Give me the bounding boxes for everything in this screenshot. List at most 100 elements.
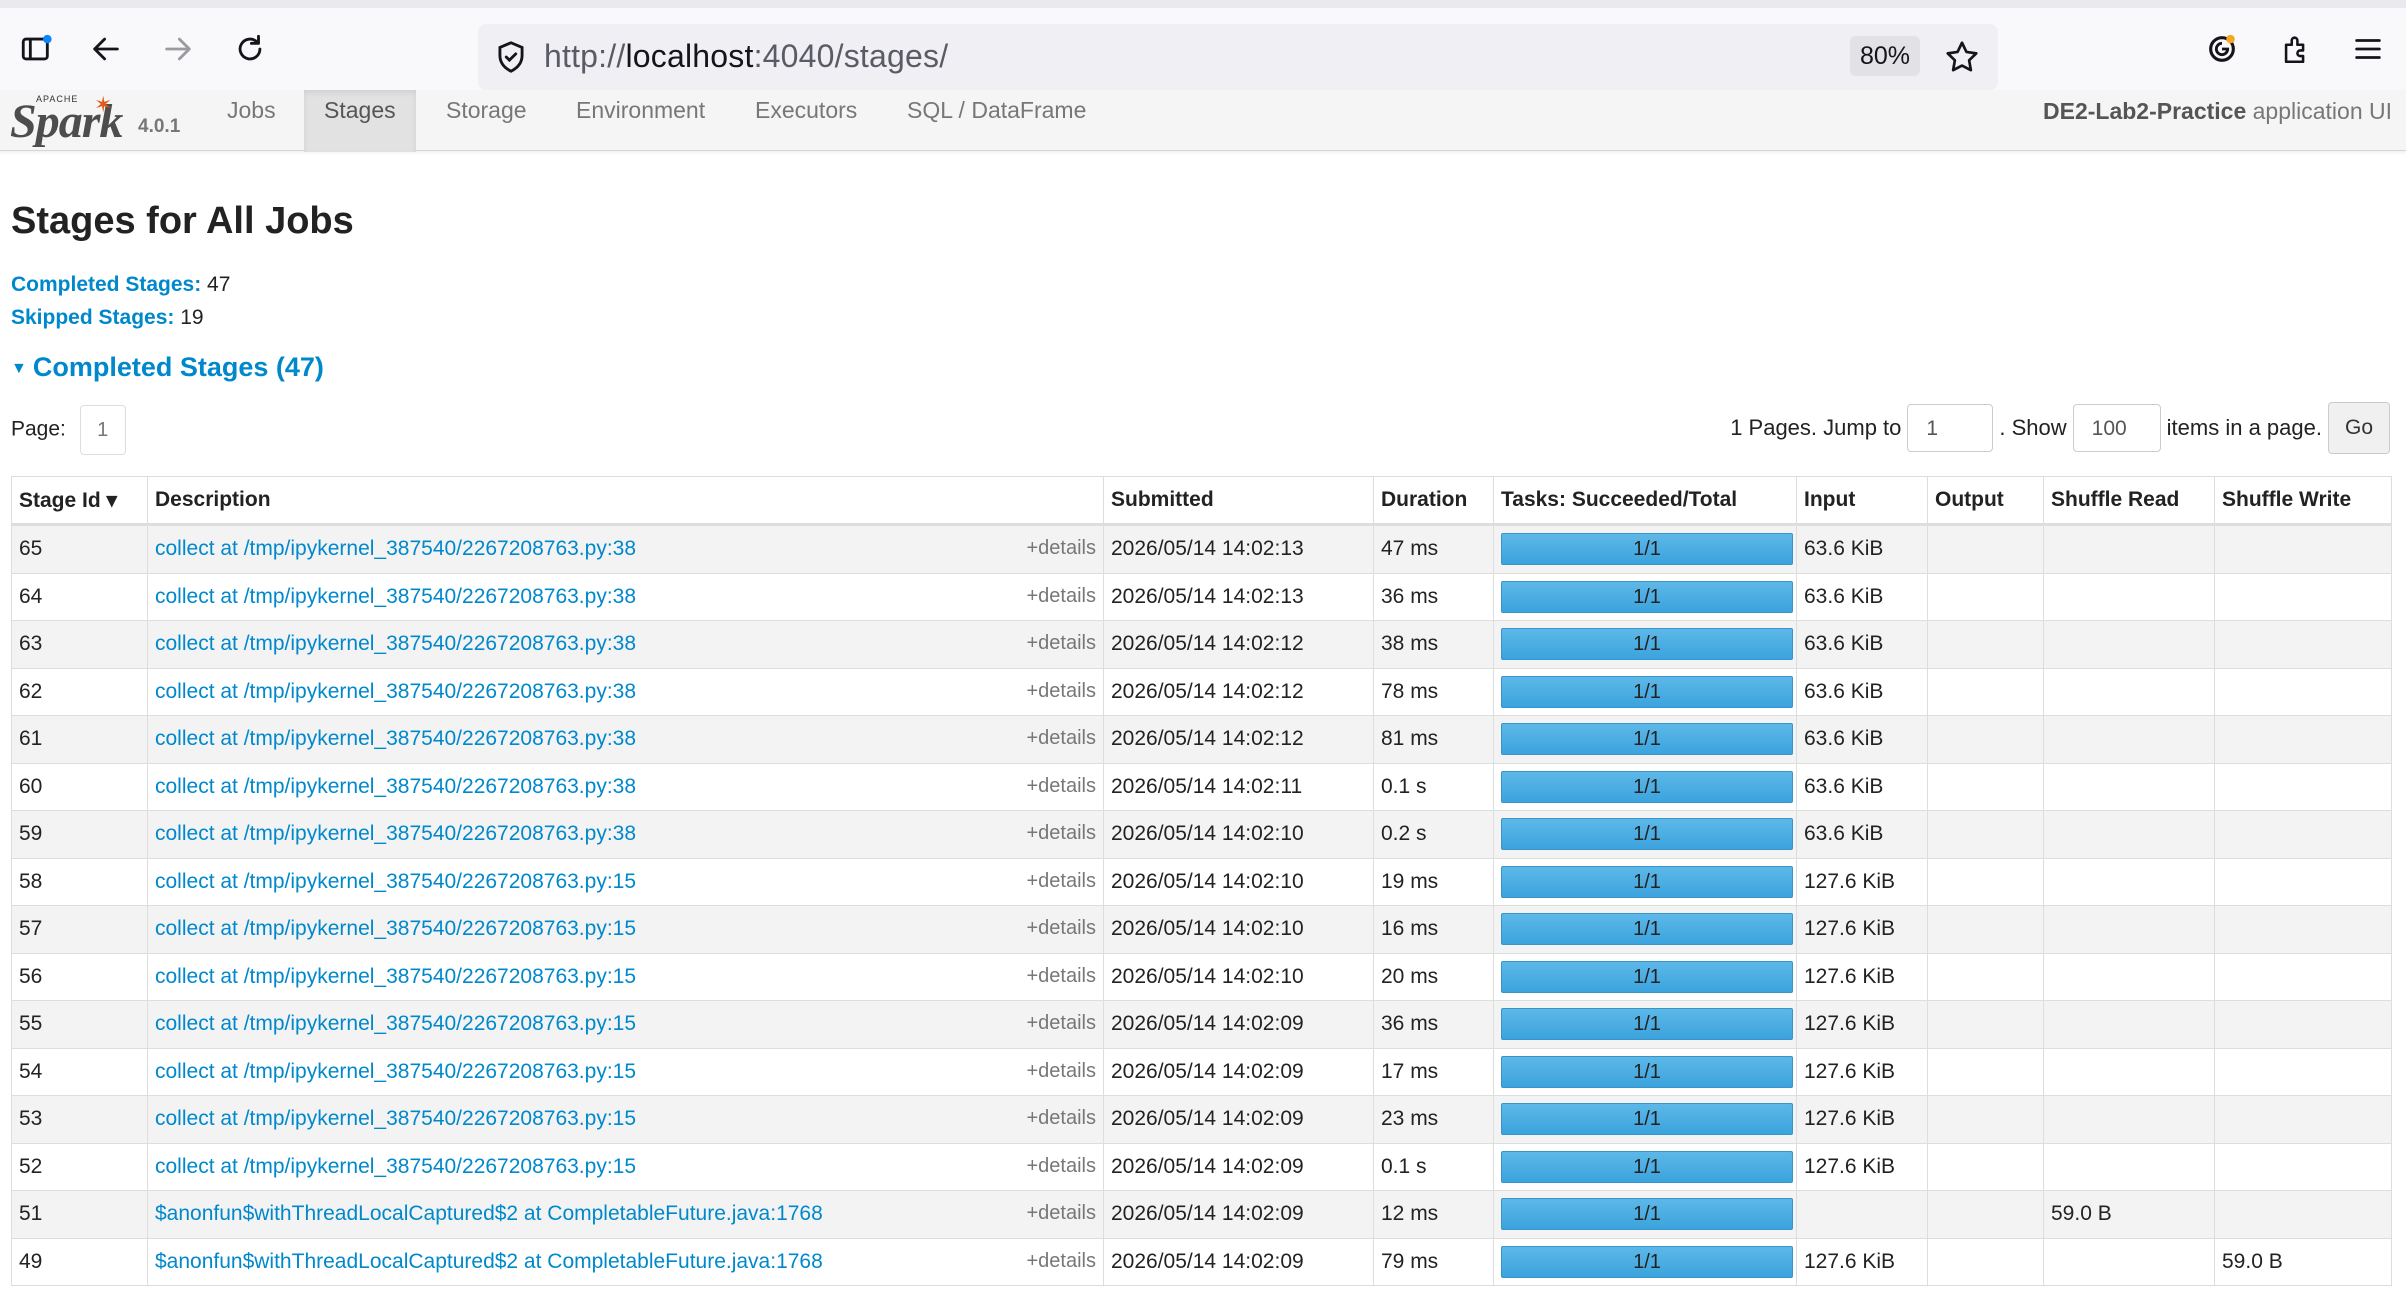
output-cell: [1927, 524, 2044, 574]
output-cell: [1927, 1142, 2044, 1191]
zoom-level-badge[interactable]: 80%: [1850, 36, 1921, 76]
stage-description-link[interactable]: collect at /tmp/ipykernel_387540/2267208…: [155, 727, 636, 750]
spark-logo[interactable]: APACHE Spark ✶: [8, 90, 128, 150]
go-button[interactable]: Go: [2327, 402, 2390, 454]
column-header-tasks[interactable]: Tasks: Succeeded/Total: [1493, 476, 1797, 526]
page-number-button[interactable]: 1: [79, 405, 126, 455]
description-cell: +details collect at /tmp/ipykernel_387540…: [147, 905, 1104, 954]
details-toggle[interactable]: +details: [1027, 870, 1097, 893]
nav-environment[interactable]: Environment: [556, 90, 725, 150]
stage-id-cell: 52: [11, 1142, 148, 1191]
shuffle-read-cell: [2043, 667, 2215, 716]
stage-description-link[interactable]: collect at /tmp/ipykernel_387540/2267208…: [155, 1155, 636, 1178]
stage-description-link[interactable]: collect at /tmp/ipykernel_387540/2267208…: [155, 537, 636, 560]
stage-description-link[interactable]: collect at /tmp/ipykernel_387540/2267208…: [155, 870, 636, 893]
completed-stages-section-toggle[interactable]: ▼ Completed Stages (47): [11, 352, 324, 383]
stage-description-link[interactable]: collect at /tmp/ipykernel_387540/2267208…: [155, 965, 636, 988]
sidebar-toggle-icon[interactable]: [12, 25, 60, 73]
browser-toolbar: http://localhost:4040/stages/ 80%: [0, 8, 2406, 91]
description-cell: +details collect at /tmp/ipykernel_387540…: [147, 715, 1104, 764]
jump-to-page-input[interactable]: 1: [1907, 404, 1994, 452]
page-size-input[interactable]: 100: [2072, 404, 2161, 452]
stage-description-link[interactable]: collect at /tmp/ipykernel_387540/2267208…: [155, 680, 636, 703]
account-icon[interactable]: [2198, 25, 2246, 73]
column-header-stage-id[interactable]: Stage Id ▾: [11, 476, 148, 526]
details-toggle[interactable]: +details: [1027, 1250, 1097, 1273]
stage-description-link[interactable]: collect at /tmp/ipykernel_387540/2267208…: [155, 1107, 636, 1130]
tasks-cell: 1/1: [1493, 524, 1797, 574]
tasks-cell: 1/1: [1493, 667, 1797, 716]
column-header-shuffle-write[interactable]: Shuffle Write: [2214, 476, 2392, 526]
stage-id-cell: 61: [11, 715, 148, 764]
nav-storage[interactable]: Storage: [426, 90, 547, 150]
details-toggle[interactable]: +details: [1027, 1060, 1097, 1083]
task-progress-bar: 1/1: [1501, 533, 1793, 566]
input-cell: 63.6 KiB: [1796, 572, 1928, 621]
table-row: 52 +details collect at /tmp/ipykernel_3875…: [11, 1142, 2392, 1191]
stage-description-link[interactable]: collect at /tmp/ipykernel_387540/2267208…: [155, 775, 636, 798]
details-toggle[interactable]: +details: [1027, 822, 1097, 845]
address-bar[interactable]: http://localhost:4040/stages/ 80%: [478, 24, 1998, 90]
back-arrow-icon[interactable]: [82, 25, 130, 73]
details-toggle[interactable]: +details: [1027, 1202, 1097, 1225]
nav-executors[interactable]: Executors: [735, 90, 877, 150]
details-toggle[interactable]: +details: [1027, 727, 1097, 750]
stage-id-cell: 54: [11, 1047, 148, 1096]
column-header-submitted[interactable]: Submitted: [1103, 476, 1374, 526]
table-row: 62 +details collect at /tmp/ipykernel_3875…: [11, 667, 2392, 716]
details-toggle[interactable]: +details: [1027, 537, 1097, 560]
details-toggle[interactable]: +details: [1027, 585, 1097, 608]
details-toggle[interactable]: +details: [1027, 775, 1097, 798]
caret-down-icon: ▼: [11, 359, 27, 377]
details-toggle[interactable]: +details: [1027, 1107, 1097, 1130]
duration-cell: 12 ms: [1373, 1190, 1494, 1239]
column-header-duration[interactable]: Duration: [1373, 476, 1494, 526]
menu-icon[interactable]: [2344, 25, 2392, 73]
duration-cell: 16 ms: [1373, 905, 1494, 954]
details-toggle[interactable]: +details: [1027, 1012, 1097, 1035]
tasks-cell: 1/1: [1493, 1237, 1797, 1286]
reload-icon[interactable]: [226, 25, 274, 73]
stage-id-cell: 64: [11, 572, 148, 621]
url-text[interactable]: http://localhost:4040/stages/: [544, 38, 948, 75]
details-toggle[interactable]: +details: [1027, 680, 1097, 703]
page-title: Stages for All Jobs: [11, 200, 354, 242]
skipped-stages-link[interactable]: Skipped Stages:: [11, 306, 174, 329]
bookmark-star-icon[interactable]: [1943, 38, 1981, 76]
details-toggle[interactable]: +details: [1027, 917, 1097, 940]
column-header-shuffle-read[interactable]: Shuffle Read: [2043, 476, 2215, 526]
task-progress-bar: 1/1: [1501, 1055, 1793, 1088]
shuffle-write-cell: [2214, 1190, 2392, 1239]
stage-description-link[interactable]: collect at /tmp/ipykernel_387540/2267208…: [155, 917, 636, 940]
shuffle-write-cell: [2214, 810, 2392, 859]
column-header-output[interactable]: Output: [1927, 476, 2044, 526]
stage-description-link[interactable]: $anonfun$withThreadLocalCaptured$2 at Co…: [155, 1250, 823, 1273]
stage-description-link[interactable]: $anonfun$withThreadLocalCaptured$2 at Co…: [155, 1202, 823, 1225]
details-toggle[interactable]: +details: [1027, 632, 1097, 655]
column-header-input[interactable]: Input: [1796, 476, 1928, 526]
table-row: 63 +details collect at /tmp/ipykernel_3875…: [11, 620, 2392, 669]
forward-arrow-icon[interactable]: [154, 25, 202, 73]
nav-sql-dataframe[interactable]: SQL / DataFrame: [887, 90, 1106, 150]
stage-description-link[interactable]: collect at /tmp/ipykernel_387540/2267208…: [155, 632, 636, 655]
extensions-icon[interactable]: [2272, 25, 2320, 73]
nav-stages[interactable]: Stages: [304, 90, 416, 152]
submitted-cell: 2026/05/14 14:02:13: [1103, 524, 1374, 574]
stage-description-link[interactable]: collect at /tmp/ipykernel_387540/2267208…: [155, 1012, 636, 1035]
shuffle-write-cell: [2214, 620, 2392, 669]
shield-icon[interactable]: [492, 38, 530, 76]
task-progress-bar: 1/1: [1501, 1198, 1793, 1231]
details-toggle[interactable]: +details: [1027, 965, 1097, 988]
completed-stages-link[interactable]: Completed Stages:: [11, 273, 201, 296]
url-scheme: http://: [544, 38, 626, 74]
tasks-cell: 1/1: [1493, 715, 1797, 764]
nav-jobs[interactable]: Jobs: [207, 90, 296, 150]
task-progress-bar: 1/1: [1501, 675, 1793, 708]
shuffle-read-cell: [2043, 762, 2215, 811]
details-toggle[interactable]: +details: [1027, 1155, 1097, 1178]
stage-description-link[interactable]: collect at /tmp/ipykernel_387540/2267208…: [155, 585, 636, 608]
stage-description-link[interactable]: collect at /tmp/ipykernel_387540/2267208…: [155, 822, 636, 845]
task-progress-bar: 1/1: [1501, 770, 1793, 803]
column-header-description[interactable]: Description: [147, 476, 1104, 526]
stage-description-link[interactable]: collect at /tmp/ipykernel_387540/2267208…: [155, 1060, 636, 1083]
